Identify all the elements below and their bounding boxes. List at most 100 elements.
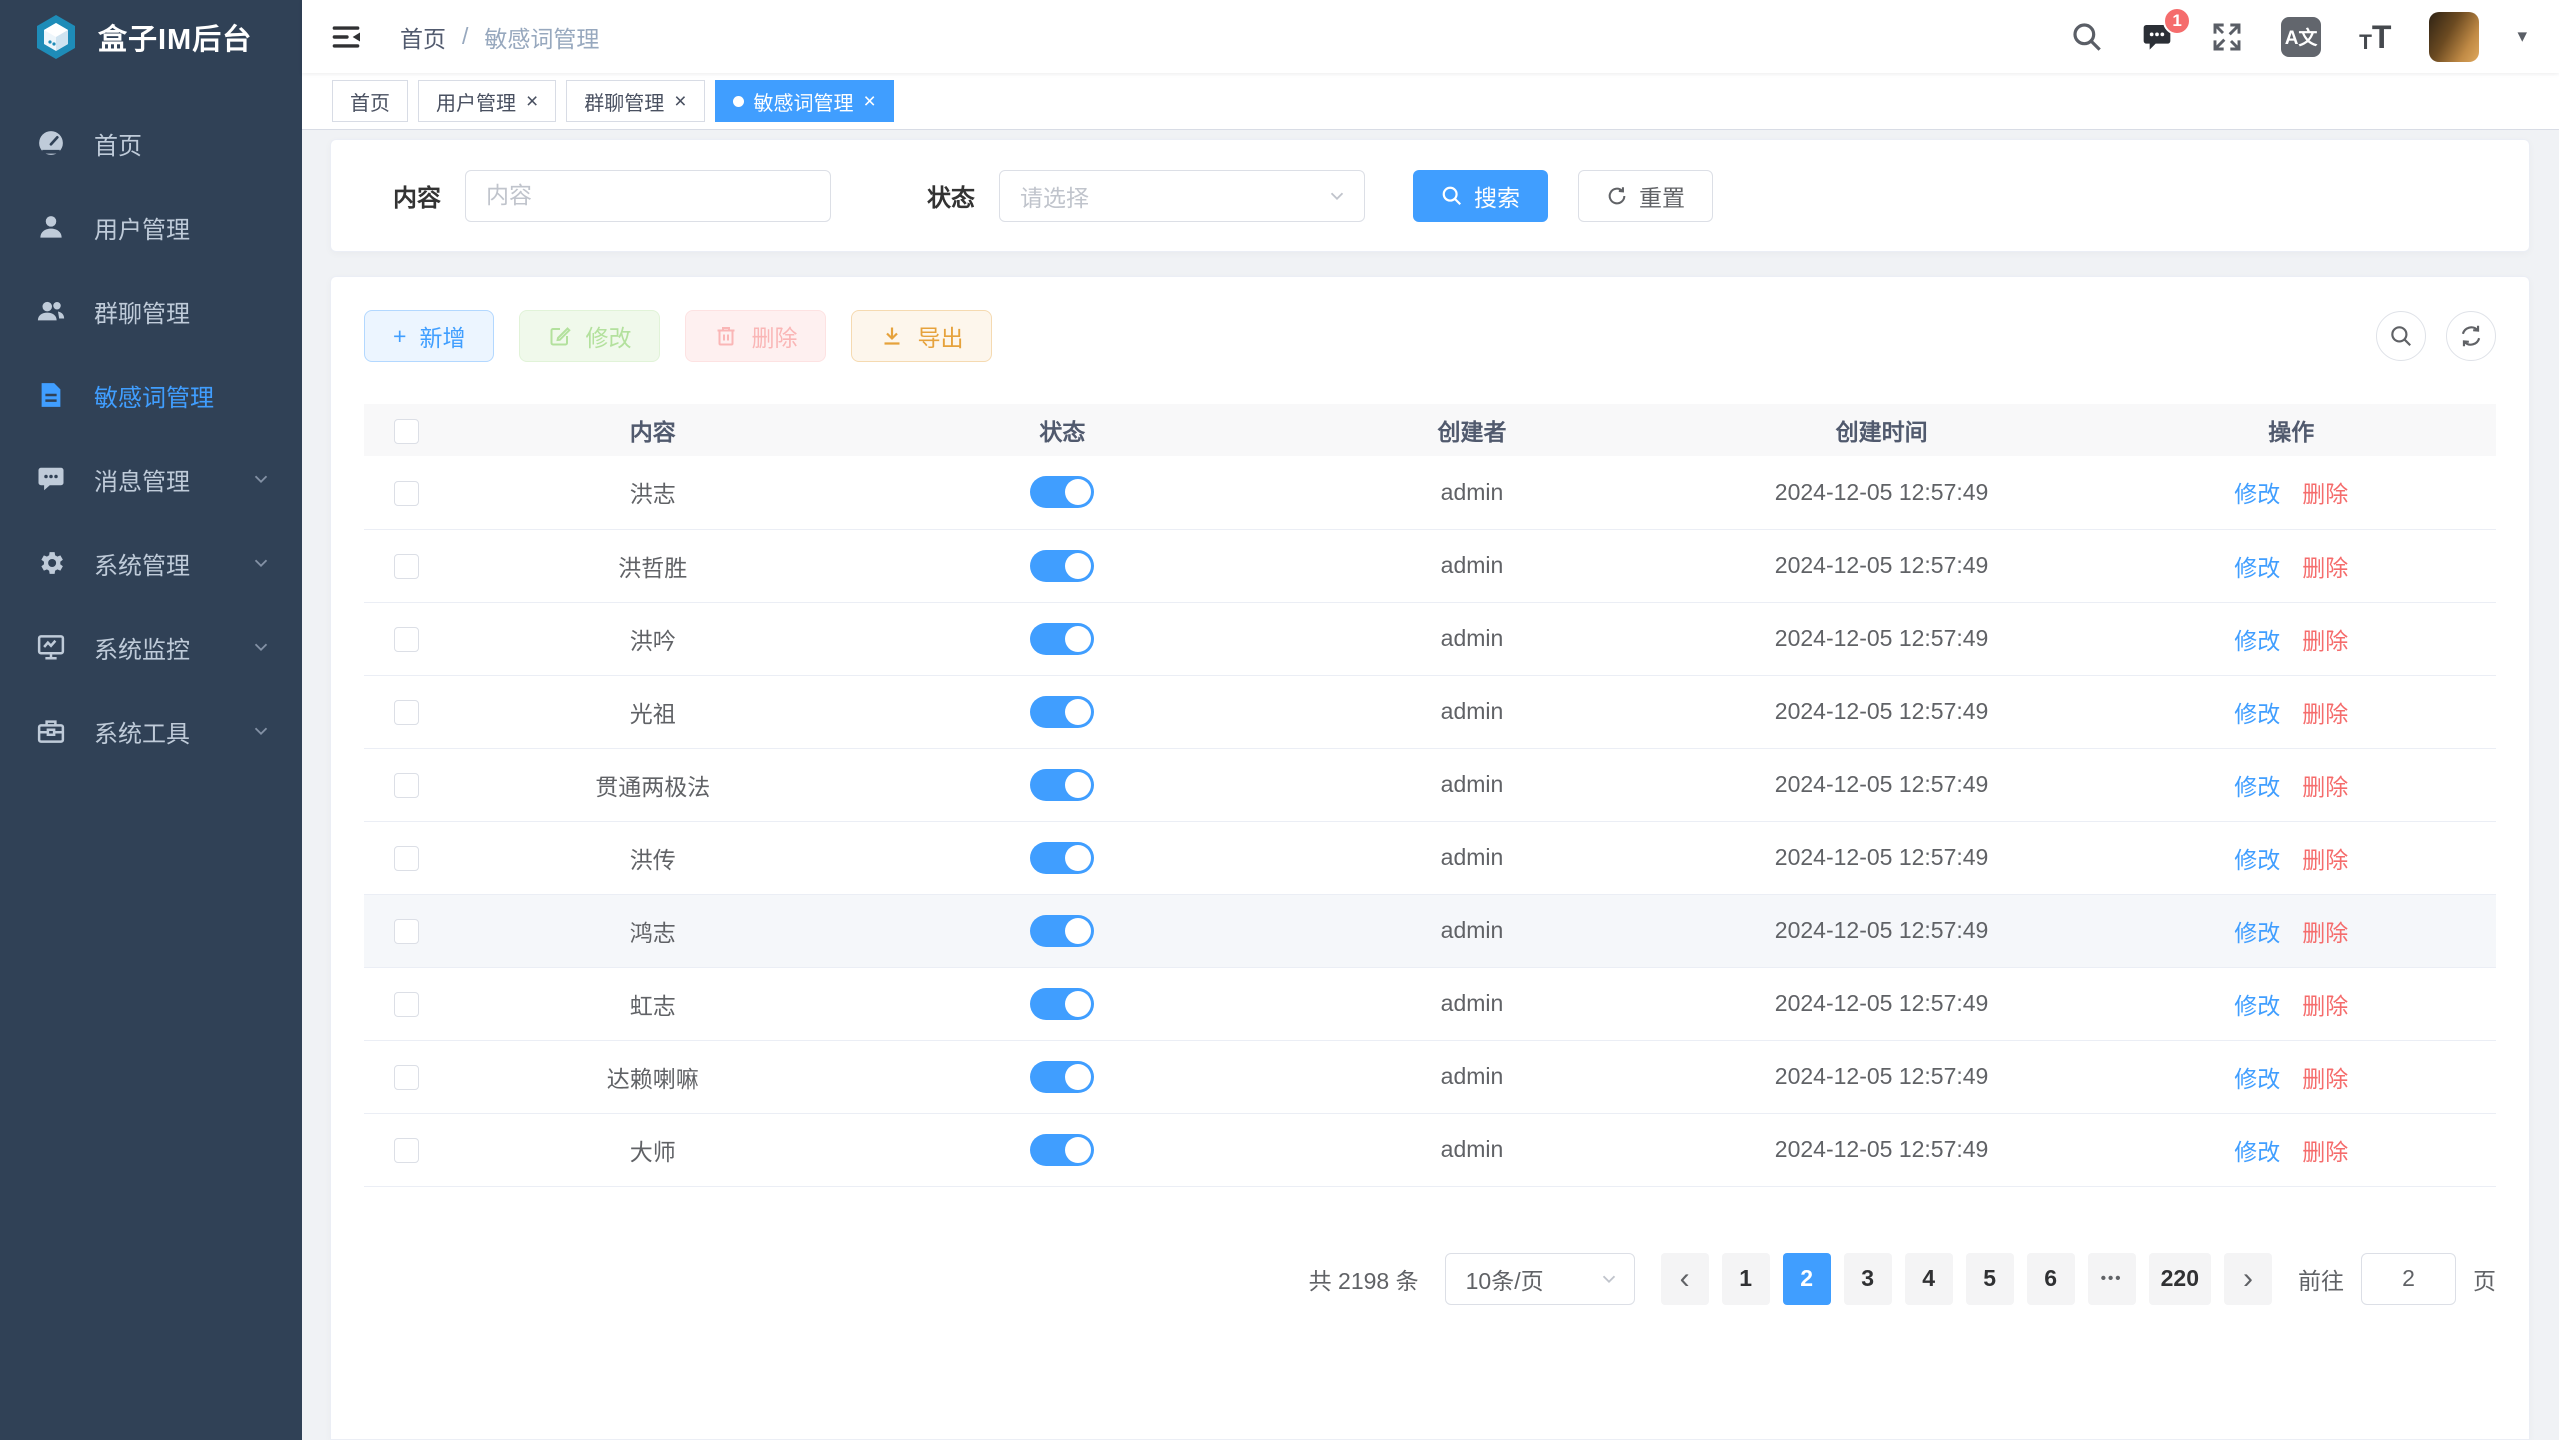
edit-icon bbox=[548, 324, 572, 348]
row-edit-link[interactable]: 修改 bbox=[2234, 774, 2280, 800]
reset-button[interactable]: 重置 bbox=[1578, 170, 1713, 222]
fullscreen-icon[interactable] bbox=[2211, 21, 2243, 53]
export-button[interactable]: 导出 bbox=[851, 310, 992, 362]
delete-button[interactable]: 删除 bbox=[685, 310, 826, 362]
pagination-page[interactable]: 220 bbox=[2149, 1253, 2211, 1305]
row-created-at: 2024-12-05 12:57:49 bbox=[1775, 844, 1989, 870]
row-edit-link[interactable]: 修改 bbox=[2234, 555, 2280, 581]
breadcrumb-home[interactable]: 首页 bbox=[400, 20, 446, 54]
sidebar-collapse-icon[interactable] bbox=[330, 21, 362, 53]
app-title: 盒子IM后台 bbox=[98, 16, 252, 58]
tab-sensitive-words[interactable]: 敏感词管理 × bbox=[715, 80, 894, 122]
language-translate-icon[interactable]: A文 bbox=[2281, 17, 2321, 57]
sidebar-item-messages[interactable]: 消息管理 bbox=[0, 437, 302, 521]
row-edit-link[interactable]: 修改 bbox=[2234, 1066, 2280, 1092]
row-checkbox[interactable] bbox=[394, 1138, 419, 1163]
messages-icon[interactable]: 1 bbox=[2141, 21, 2173, 53]
status-filter-select[interactable]: 请选择 bbox=[999, 170, 1365, 222]
row-checkbox[interactable] bbox=[394, 773, 419, 798]
status-toggle[interactable] bbox=[1030, 769, 1094, 801]
status-toggle[interactable] bbox=[1030, 623, 1094, 655]
sidebar-item-users[interactable]: 用户管理 bbox=[0, 185, 302, 269]
row-edit-link[interactable]: 修改 bbox=[2234, 628, 2280, 654]
column-header: 操作 bbox=[2086, 404, 2496, 456]
row-delete-link[interactable]: 删除 bbox=[2302, 993, 2348, 1019]
tab-user-management[interactable]: 用户管理 × bbox=[418, 80, 556, 122]
row-delete-link[interactable]: 删除 bbox=[2302, 481, 2348, 507]
row-edit-link[interactable]: 修改 bbox=[2234, 1139, 2280, 1165]
select-all-checkbox[interactable] bbox=[394, 419, 419, 444]
content-filter-input[interactable] bbox=[465, 170, 831, 222]
chevron-down-icon bbox=[250, 636, 272, 658]
search-button[interactable]: 搜索 bbox=[1413, 170, 1548, 222]
sidebar-item-groups[interactable]: 群聊管理 bbox=[0, 269, 302, 353]
sidebar-item-home[interactable]: 首页 bbox=[0, 101, 302, 185]
sidebar-item-system-monitor[interactable]: 系统监控 bbox=[0, 605, 302, 689]
pagination-prev-button[interactable]: ‹ bbox=[1661, 1253, 1709, 1305]
row-delete-link[interactable]: 删除 bbox=[2302, 847, 2348, 873]
tab-close-icon[interactable]: × bbox=[864, 91, 876, 112]
sidebar-item-sensitive-words[interactable]: 敏感词管理 bbox=[0, 353, 302, 437]
row-delete-link[interactable]: 删除 bbox=[2302, 701, 2348, 727]
row-edit-link[interactable]: 修改 bbox=[2234, 847, 2280, 873]
pagination-page[interactable]: 2 bbox=[1783, 1253, 1831, 1305]
row-delete-link[interactable]: 删除 bbox=[2302, 555, 2348, 581]
status-toggle[interactable] bbox=[1030, 1134, 1094, 1166]
tab-home[interactable]: 首页 bbox=[332, 80, 408, 122]
status-toggle[interactable] bbox=[1030, 988, 1094, 1020]
row-edit-link[interactable]: 修改 bbox=[2234, 920, 2280, 946]
goto-page-input[interactable] bbox=[2361, 1253, 2456, 1305]
row-created-at: 2024-12-05 12:57:49 bbox=[1775, 552, 1989, 578]
edit-button[interactable]: 修改 bbox=[519, 310, 660, 362]
user-avatar[interactable] bbox=[2429, 12, 2479, 62]
sidebar-item-system-tools[interactable]: 系统工具 bbox=[0, 689, 302, 773]
row-delete-link[interactable]: 删除 bbox=[2302, 774, 2348, 800]
sidebar-item-label: 系统管理 bbox=[94, 546, 190, 581]
status-toggle[interactable] bbox=[1030, 915, 1094, 947]
font-size-icon[interactable]: TT bbox=[2359, 21, 2391, 53]
sidebar-item-system-settings[interactable]: 系统管理 bbox=[0, 521, 302, 605]
row-content: 洪传 bbox=[630, 847, 676, 873]
pagination-page[interactable]: 6 bbox=[2027, 1253, 2075, 1305]
row-checkbox[interactable] bbox=[394, 992, 419, 1017]
status-toggle[interactable] bbox=[1030, 550, 1094, 582]
status-toggle[interactable] bbox=[1030, 1061, 1094, 1093]
row-checkbox[interactable] bbox=[394, 554, 419, 579]
row-edit-link[interactable]: 修改 bbox=[2234, 993, 2280, 1019]
row-delete-link[interactable]: 删除 bbox=[2302, 1139, 2348, 1165]
row-checkbox[interactable] bbox=[394, 627, 419, 652]
status-toggle[interactable] bbox=[1030, 842, 1094, 874]
filter-card: 内容 状态 请选择 搜索 重置 bbox=[330, 139, 2530, 252]
row-delete-link[interactable]: 删除 bbox=[2302, 920, 2348, 946]
row-edit-link[interactable]: 修改 bbox=[2234, 481, 2280, 507]
row-checkbox[interactable] bbox=[394, 481, 419, 506]
tab-group-management[interactable]: 群聊管理 × bbox=[566, 80, 704, 122]
refresh-table-button[interactable] bbox=[2446, 311, 2496, 361]
user-menu-caret-icon[interactable]: ▾ bbox=[2517, 25, 2527, 48]
search-icon[interactable] bbox=[2071, 21, 2103, 53]
row-checkbox[interactable] bbox=[394, 919, 419, 944]
add-button[interactable]: + 新增 bbox=[364, 310, 494, 362]
status-toggle[interactable] bbox=[1030, 476, 1094, 508]
toggle-knob bbox=[1065, 918, 1091, 944]
row-edit-link[interactable]: 修改 bbox=[2234, 701, 2280, 727]
message-icon bbox=[36, 464, 66, 494]
table-row: 达赖喇嘛 admin 2024-12-05 12:57:49 修改删除 bbox=[364, 1040, 2496, 1113]
pagination-page[interactable]: 4 bbox=[1905, 1253, 1953, 1305]
pagination-ellipsis[interactable]: ••• bbox=[2088, 1253, 2136, 1305]
status-toggle[interactable] bbox=[1030, 696, 1094, 728]
row-checkbox[interactable] bbox=[394, 1065, 419, 1090]
row-delete-link[interactable]: 删除 bbox=[2302, 1066, 2348, 1092]
column-header: 状态 bbox=[858, 404, 1268, 456]
pagination-page[interactable]: 5 bbox=[1966, 1253, 2014, 1305]
row-checkbox[interactable] bbox=[394, 700, 419, 725]
pagination-next-button[interactable]: › bbox=[2224, 1253, 2272, 1305]
show-search-button[interactable] bbox=[2376, 311, 2426, 361]
tab-close-icon[interactable]: × bbox=[526, 91, 538, 112]
row-checkbox[interactable] bbox=[394, 846, 419, 871]
page-size-select[interactable]: 10条/页 bbox=[1445, 1253, 1635, 1305]
tab-close-icon[interactable]: × bbox=[674, 91, 686, 112]
pagination-page[interactable]: 1 bbox=[1722, 1253, 1770, 1305]
row-delete-link[interactable]: 删除 bbox=[2302, 628, 2348, 654]
pagination-page[interactable]: 3 bbox=[1844, 1253, 1892, 1305]
